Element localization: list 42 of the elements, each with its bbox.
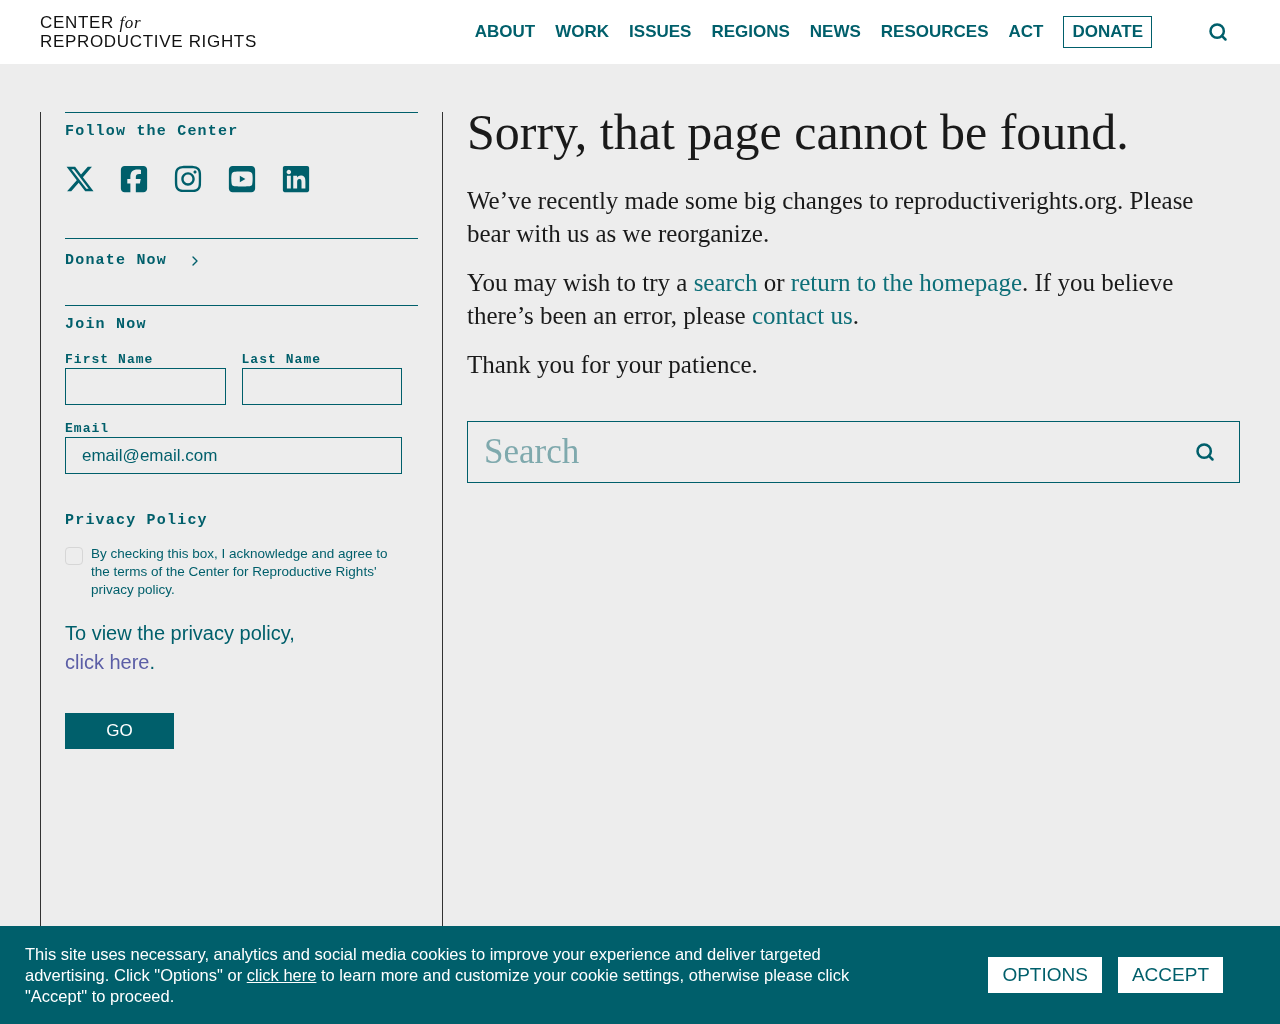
body-paragraph: We’ve recently made some big changes to reproductiverights.org. Please bear with us as we reorganize. bbox=[467, 186, 1195, 249]
section-heading: Privacy Policy bbox=[65, 511, 209, 531]
name-input-field[interactable] bbox=[241, 368, 402, 405]
cookie-settings-link[interactable]: click here bbox=[246, 965, 317, 984]
nav-link[interactable]: ACT bbox=[1008, 19, 1044, 45]
text-link[interactable]: search bbox=[693, 269, 758, 296]
nav-link[interactable]: WORK bbox=[555, 19, 610, 45]
text-link[interactable]: contact us bbox=[751, 302, 853, 329]
page-title: Sorry, that page cannot be found. bbox=[467, 104, 1130, 160]
field-label: Last Name bbox=[241, 352, 323, 368]
nav-link[interactable]: ABOUT bbox=[474, 19, 536, 45]
field-label: Email bbox=[65, 421, 111, 437]
search-field[interactable]: Search bbox=[467, 421, 1240, 483]
body-paragraph: Thank you for your patience. bbox=[467, 350, 759, 380]
donate-now-link[interactable]: Donate Now bbox=[65, 249, 203, 272]
nav-link[interactable]: ISSUES bbox=[629, 19, 692, 45]
section-heading: Follow the Center bbox=[65, 122, 240, 142]
text-link[interactable]: return to the homepage bbox=[790, 269, 1022, 296]
nav-link[interactable]: RESOURCES bbox=[880, 19, 989, 45]
email-input-field[interactable]: email@email.com bbox=[65, 437, 402, 474]
field-label: First Name bbox=[65, 352, 155, 368]
donate-button[interactable]: DONATE bbox=[1063, 16, 1152, 48]
cookie-button[interactable]: ACCEPT bbox=[1117, 957, 1223, 993]
instagram-icon[interactable] bbox=[173, 163, 203, 194]
name-input-field[interactable] bbox=[65, 368, 226, 405]
body-paragraph: You may wish to try a search or return to the homepage. If you believe there’s been an error, please contact us. bbox=[467, 268, 1175, 331]
section-heading: Join Now bbox=[65, 314, 148, 335]
site-logo[interactable]: CENTER for REPRODUCTIVE RIGHTS bbox=[40, 13, 257, 51]
facebook-icon[interactable] bbox=[119, 163, 149, 194]
search-icon[interactable] bbox=[1195, 442, 1215, 462]
privacy-consent-text: By checking this box, I acknowledge and agree to the terms of the Center for Reproductive Rights' privacy policy. bbox=[91, 544, 389, 599]
youtube-icon[interactable] bbox=[227, 163, 257, 194]
go-button[interactable]: GO bbox=[65, 712, 174, 749]
privacy-link[interactable]: click here bbox=[65, 650, 150, 673]
linkedin-icon[interactable] bbox=[281, 163, 311, 194]
privacy-note: To view the privacy policy, click here. bbox=[65, 620, 296, 675]
search-input-field[interactable]: Search bbox=[484, 425, 1195, 479]
cookie-notice: This site uses necessary, analytics and social media cookies to improve your experience and deliver targeted advertising. Click "Options" or click here to learn more and customize your cookie settings, otherwise please click "Accept" to proceed. bbox=[25, 943, 851, 1007]
cookie-button[interactable]: OPTIONS bbox=[988, 957, 1102, 993]
nav-link[interactable]: REGIONS bbox=[711, 19, 790, 45]
nav-link[interactable]: NEWS bbox=[809, 19, 861, 45]
search-icon[interactable] bbox=[1208, 22, 1228, 42]
